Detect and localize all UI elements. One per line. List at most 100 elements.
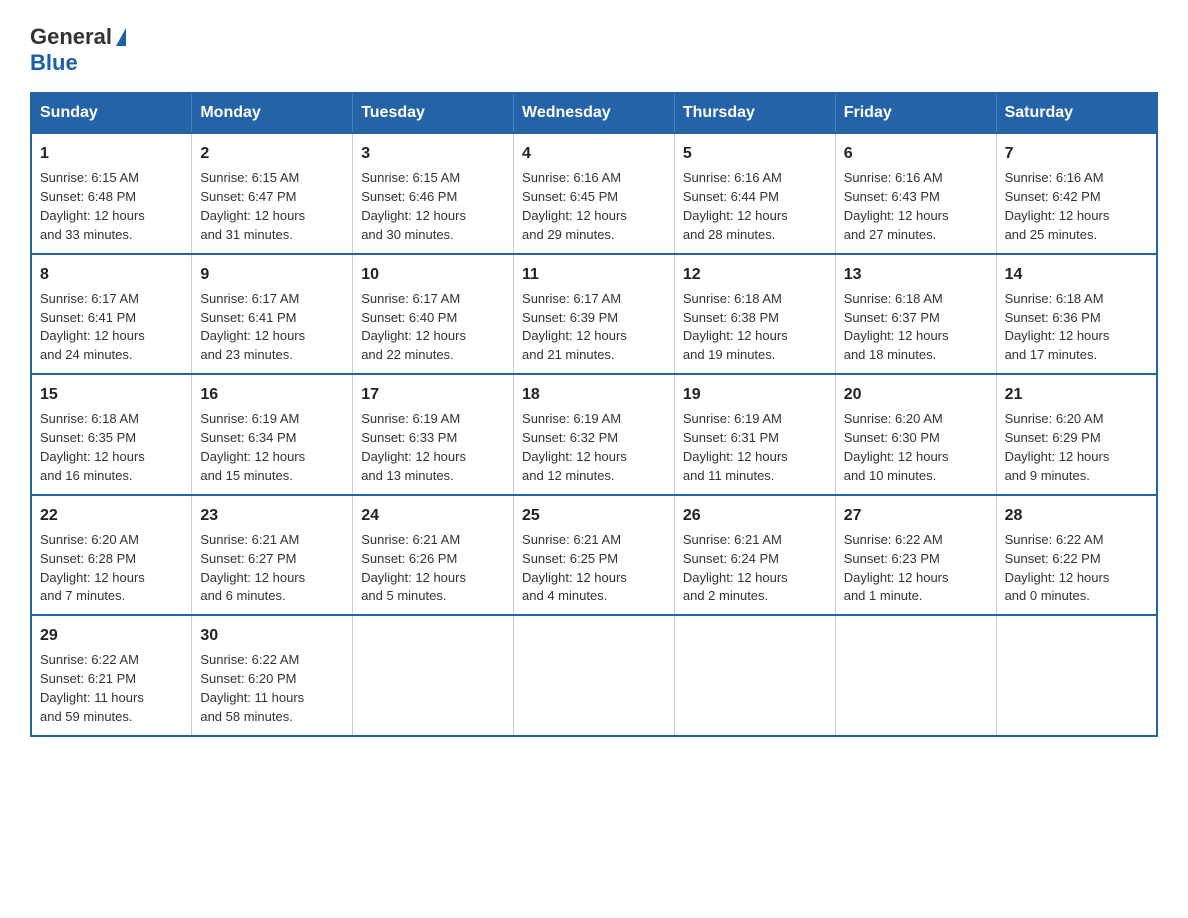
day-info: Sunrise: 6:19 AMSunset: 6:34 PMDaylight:… — [200, 411, 305, 483]
day-info: Sunrise: 6:18 AMSunset: 6:38 PMDaylight:… — [683, 291, 788, 363]
calendar-cell: 7Sunrise: 6:16 AMSunset: 6:42 PMDaylight… — [996, 133, 1157, 254]
calendar-cell: 9 Sunrise: 6:17 AMSunset: 6:41 PMDaylight… — [192, 254, 353, 375]
day-number: 28 — [1005, 504, 1148, 527]
day-number: 19 — [683, 383, 827, 406]
day-info: Sunrise: 6:22 AMSunset: 6:21 PMDaylight:… — [40, 652, 144, 724]
day-info: Sunrise: 6:20 AMSunset: 6:30 PMDaylight:… — [844, 411, 949, 483]
day-number: 16 — [200, 383, 344, 406]
day-header-saturday: Saturday — [996, 93, 1157, 133]
day-header-monday: Monday — [192, 93, 353, 133]
calendar-cell: 14 Sunrise: 6:18 AMSunset: 6:36 PMDayligh… — [996, 254, 1157, 375]
logo-general-text: General — [30, 24, 112, 50]
day-info: Sunrise: 6:18 AMSunset: 6:37 PMDaylight:… — [844, 291, 949, 363]
day-info: Sunrise: 6:20 AMSunset: 6:28 PMDaylight:… — [40, 532, 145, 604]
day-info: Sunrise: 6:22 AMSunset: 6:22 PMDaylight:… — [1005, 532, 1110, 604]
calendar-cell: 20 Sunrise: 6:20 AMSunset: 6:30 PMDayligh… — [835, 374, 996, 495]
day-info: Sunrise: 6:15 AMSunset: 6:47 PMDaylight:… — [200, 170, 305, 242]
calendar-cell: 21 Sunrise: 6:20 AMSunset: 6:29 PMDayligh… — [996, 374, 1157, 495]
calendar-cell: 23 Sunrise: 6:21 AMSunset: 6:27 PMDayligh… — [192, 495, 353, 616]
calendar-cell: 29 Sunrise: 6:22 AMSunset: 6:21 PMDayligh… — [31, 615, 192, 736]
calendar-cell: 18 Sunrise: 6:19 AMSunset: 6:32 PMDayligh… — [514, 374, 675, 495]
day-info: Sunrise: 6:21 AMSunset: 6:26 PMDaylight:… — [361, 532, 466, 604]
calendar-cell — [674, 615, 835, 736]
calendar-cell: 19 Sunrise: 6:19 AMSunset: 6:31 PMDayligh… — [674, 374, 835, 495]
day-info: Sunrise: 6:17 AMSunset: 6:40 PMDaylight:… — [361, 291, 466, 363]
day-info: Sunrise: 6:16 AMSunset: 6:42 PMDaylight:… — [1005, 170, 1110, 242]
day-info: Sunrise: 6:21 AMSunset: 6:24 PMDaylight:… — [683, 532, 788, 604]
calendar-week-row: 15 Sunrise: 6:18 AMSunset: 6:35 PMDayligh… — [31, 374, 1157, 495]
day-info: Sunrise: 6:19 AMSunset: 6:33 PMDaylight:… — [361, 411, 466, 483]
calendar-cell — [835, 615, 996, 736]
day-header-thursday: Thursday — [674, 93, 835, 133]
day-info: Sunrise: 6:21 AMSunset: 6:27 PMDaylight:… — [200, 532, 305, 604]
day-info: Sunrise: 6:18 AMSunset: 6:36 PMDaylight:… — [1005, 291, 1110, 363]
calendar-header-row: SundayMondayTuesdayWednesdayThursdayFrid… — [31, 93, 1157, 133]
day-header-tuesday: Tuesday — [353, 93, 514, 133]
calendar-cell: 16 Sunrise: 6:19 AMSunset: 6:34 PMDayligh… — [192, 374, 353, 495]
calendar-cell — [996, 615, 1157, 736]
day-number: 13 — [844, 263, 988, 286]
calendar-cell: 3 Sunrise: 6:15 AMSunset: 6:46 PMDaylight… — [353, 133, 514, 254]
calendar-cell: 12 Sunrise: 6:18 AMSunset: 6:38 PMDayligh… — [674, 254, 835, 375]
calendar-week-row: 29 Sunrise: 6:22 AMSunset: 6:21 PMDayligh… — [31, 615, 1157, 736]
day-number: 8 — [40, 263, 183, 286]
day-info: Sunrise: 6:15 AMSunset: 6:46 PMDaylight:… — [361, 170, 466, 242]
day-number: 29 — [40, 624, 183, 647]
day-info: Sunrise: 6:17 AMSunset: 6:41 PMDaylight:… — [200, 291, 305, 363]
day-number: 9 — [200, 263, 344, 286]
day-number: 5 — [683, 142, 827, 165]
day-number: 6 — [844, 142, 988, 165]
day-number: 15 — [40, 383, 183, 406]
day-header-wednesday: Wednesday — [514, 93, 675, 133]
calendar-week-row: 22Sunrise: 6:20 AMSunset: 6:28 PMDayligh… — [31, 495, 1157, 616]
day-number: 26 — [683, 504, 827, 527]
calendar-cell: 5 Sunrise: 6:16 AMSunset: 6:44 PMDaylight… — [674, 133, 835, 254]
day-info: Sunrise: 6:20 AMSunset: 6:29 PMDaylight:… — [1005, 411, 1110, 483]
day-number: 2 — [200, 142, 344, 165]
calendar-week-row: 1Sunrise: 6:15 AMSunset: 6:48 PMDaylight… — [31, 133, 1157, 254]
logo-triangle-icon — [116, 28, 126, 46]
day-number: 25 — [522, 504, 666, 527]
day-number: 10 — [361, 263, 505, 286]
day-info: Sunrise: 6:16 AMSunset: 6:44 PMDaylight:… — [683, 170, 788, 242]
day-info: Sunrise: 6:22 AMSunset: 6:20 PMDaylight:… — [200, 652, 304, 724]
page-header: General Blue — [30, 20, 1158, 76]
day-number: 21 — [1005, 383, 1148, 406]
day-info: Sunrise: 6:17 AMSunset: 6:39 PMDaylight:… — [522, 291, 627, 363]
day-number: 23 — [200, 504, 344, 527]
day-number: 30 — [200, 624, 344, 647]
day-number: 14 — [1005, 263, 1148, 286]
calendar-week-row: 8 Sunrise: 6:17 AMSunset: 6:41 PMDaylight… — [31, 254, 1157, 375]
logo: General Blue — [30, 24, 126, 76]
day-info: Sunrise: 6:21 AMSunset: 6:25 PMDaylight:… — [522, 532, 627, 604]
calendar-cell — [514, 615, 675, 736]
day-info: Sunrise: 6:16 AMSunset: 6:45 PMDaylight:… — [522, 170, 627, 242]
calendar-cell: 28 Sunrise: 6:22 AMSunset: 6:22 PMDayligh… — [996, 495, 1157, 616]
day-number: 18 — [522, 383, 666, 406]
day-number: 12 — [683, 263, 827, 286]
day-number: 17 — [361, 383, 505, 406]
day-header-friday: Friday — [835, 93, 996, 133]
day-number: 24 — [361, 504, 505, 527]
day-number: 4 — [522, 142, 666, 165]
calendar-cell — [353, 615, 514, 736]
calendar-cell: 15 Sunrise: 6:18 AMSunset: 6:35 PMDayligh… — [31, 374, 192, 495]
day-header-sunday: Sunday — [31, 93, 192, 133]
calendar-cell: 22Sunrise: 6:20 AMSunset: 6:28 PMDayligh… — [31, 495, 192, 616]
day-info: Sunrise: 6:19 AMSunset: 6:32 PMDaylight:… — [522, 411, 627, 483]
day-number: 20 — [844, 383, 988, 406]
calendar-cell: 11Sunrise: 6:17 AMSunset: 6:39 PMDayligh… — [514, 254, 675, 375]
calendar-cell: 1Sunrise: 6:15 AMSunset: 6:48 PMDaylight… — [31, 133, 192, 254]
day-info: Sunrise: 6:22 AMSunset: 6:23 PMDaylight:… — [844, 532, 949, 604]
calendar-cell: 26 Sunrise: 6:21 AMSunset: 6:24 PMDayligh… — [674, 495, 835, 616]
calendar-cell: 13 Sunrise: 6:18 AMSunset: 6:37 PMDayligh… — [835, 254, 996, 375]
day-number: 3 — [361, 142, 505, 165]
calendar-cell: 6 Sunrise: 6:16 AMSunset: 6:43 PMDaylight… — [835, 133, 996, 254]
day-number: 1 — [40, 142, 183, 165]
day-info: Sunrise: 6:16 AMSunset: 6:43 PMDaylight:… — [844, 170, 949, 242]
day-info: Sunrise: 6:19 AMSunset: 6:31 PMDaylight:… — [683, 411, 788, 483]
calendar-cell: 17 Sunrise: 6:19 AMSunset: 6:33 PMDayligh… — [353, 374, 514, 495]
day-number: 27 — [844, 504, 988, 527]
day-info: Sunrise: 6:18 AMSunset: 6:35 PMDaylight:… — [40, 411, 145, 483]
logo-blue-text: Blue — [30, 50, 78, 76]
